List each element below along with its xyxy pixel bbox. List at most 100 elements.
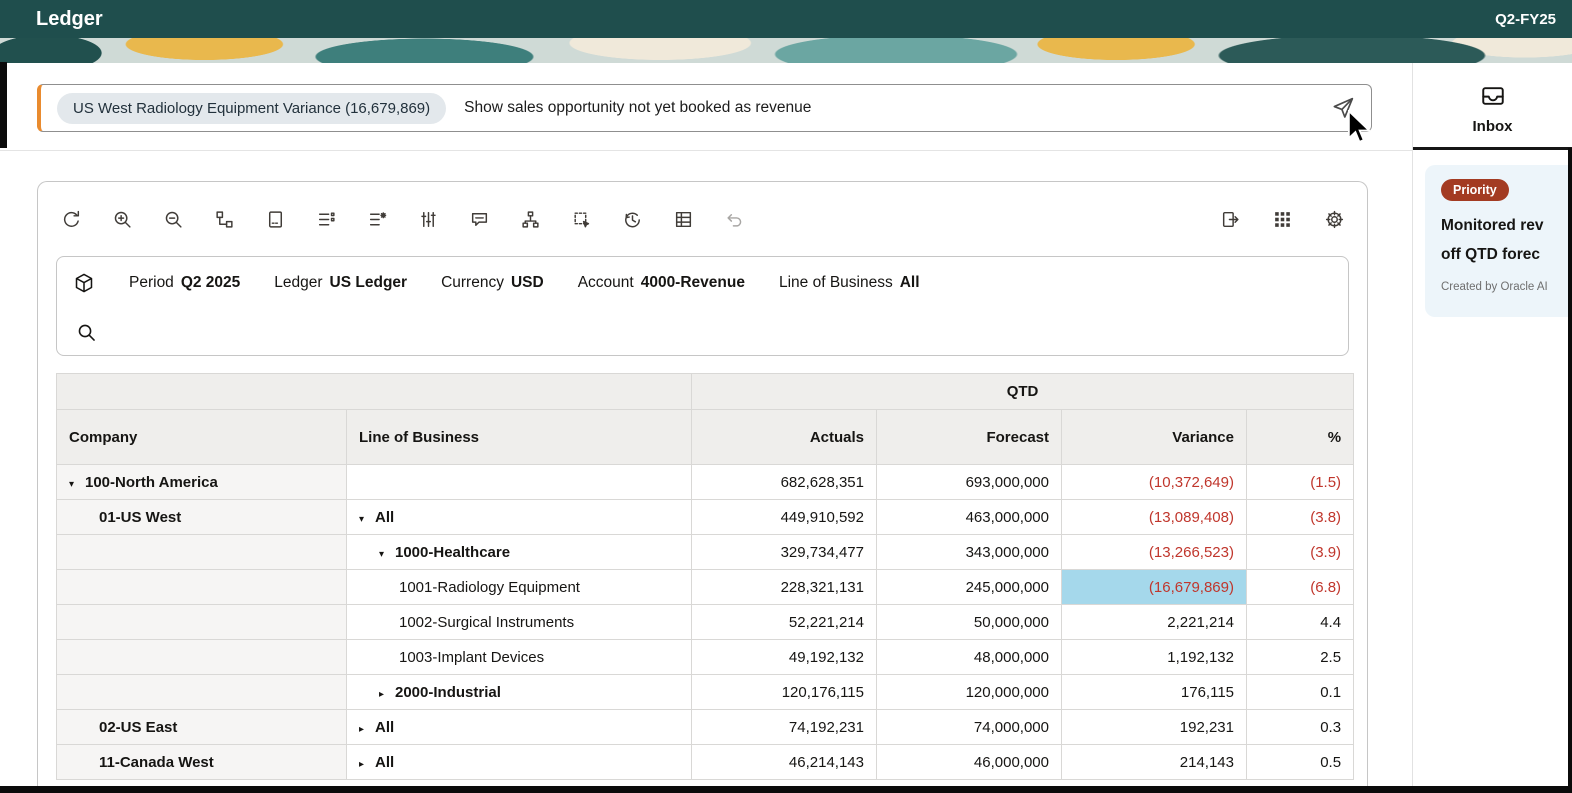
expand-icon[interactable]: ▸	[359, 759, 375, 770]
ai-prompt-input[interactable]: US West Radiology Equipment Variance (16…	[37, 84, 1372, 132]
collapse-icon[interactable]: ▾	[69, 479, 85, 490]
actuals-cell[interactable]: 52,221,214	[692, 605, 877, 640]
lob-cell[interactable]: 1003-Implant Devices	[347, 640, 692, 675]
forecast-cell[interactable]: 48,000,000	[877, 640, 1062, 675]
lob-cell[interactable]: ▾1000-Healthcare	[347, 535, 692, 570]
forecast-cell[interactable]: 120,000,000	[877, 675, 1062, 710]
refresh-icon[interactable]	[60, 208, 82, 230]
app-grid-icon[interactable]	[1271, 208, 1293, 230]
forecast-cell[interactable]: 693,000,000	[877, 465, 1062, 500]
col-header-variance[interactable]: Variance	[1062, 410, 1247, 465]
col-header-line-of-business[interactable]: Line of Business	[347, 410, 692, 465]
percent-cell[interactable]: (1.5)	[1247, 465, 1354, 500]
company-cell[interactable]	[57, 675, 347, 710]
actuals-cell[interactable]: 120,176,115	[692, 675, 877, 710]
insert-rows-icon[interactable]	[315, 208, 337, 230]
variance-cell[interactable]: 1,192,132	[1062, 640, 1247, 675]
variance-cell[interactable]: 2,221,214	[1062, 605, 1247, 640]
variance-cell[interactable]: (10,372,649)	[1062, 465, 1247, 500]
actuals-cell[interactable]: 46,214,143	[692, 745, 877, 780]
percent-cell[interactable]: 0.1	[1247, 675, 1354, 710]
pov-label: Period	[129, 274, 174, 292]
expand-icon[interactable]: ▸	[359, 724, 375, 735]
company-cell[interactable]: 01-US West	[57, 500, 347, 535]
actuals-cell[interactable]: 74,192,231	[692, 710, 877, 745]
page-preview-icon[interactable]	[264, 208, 286, 230]
forecast-cell[interactable]: 74,000,000	[877, 710, 1062, 745]
pov-item-line-of-business[interactable]: Line of Business All	[779, 274, 920, 292]
expand-icon[interactable]: ▸	[379, 689, 395, 700]
zoom-in-icon[interactable]	[111, 208, 133, 230]
prompt-context-chip[interactable]: US West Radiology Equipment Variance (16…	[57, 93, 446, 124]
company-cell[interactable]	[57, 535, 347, 570]
col-header-actuals[interactable]: Actuals	[692, 410, 877, 465]
grid-container: QTD Company Line of Business Actuals For…	[56, 373, 1367, 780]
col-header-percent[interactable]: %	[1247, 410, 1354, 465]
variance-cell[interactable]: 214,143	[1062, 745, 1247, 780]
send-icon[interactable]	[1331, 96, 1355, 120]
toolbar-right-group	[1219, 208, 1345, 230]
adjust-columns-icon[interactable]	[417, 208, 439, 230]
row-options-icon[interactable]	[366, 208, 388, 230]
table-row: 1003-Implant Devices49,192,13248,000,000…	[57, 640, 1354, 675]
forecast-cell[interactable]: 343,000,000	[877, 535, 1062, 570]
collapse-icon[interactable]: ▾	[359, 514, 375, 525]
tab-inbox[interactable]: Inbox	[1413, 83, 1572, 135]
region-select-icon[interactable]	[570, 208, 592, 230]
forecast-cell[interactable]: 245,000,000	[877, 570, 1062, 605]
variance-cell[interactable]: 192,231	[1062, 710, 1247, 745]
percent-cell[interactable]: 0.5	[1247, 745, 1354, 780]
lob-cell[interactable]: ▸2000-Industrial	[347, 675, 692, 710]
actuals-cell[interactable]: 449,910,592	[692, 500, 877, 535]
pov-item-ledger[interactable]: Ledger US Ledger	[274, 274, 407, 292]
lob-cell[interactable]: ▾All	[347, 500, 692, 535]
collapse-icon[interactable]: ▾	[379, 549, 395, 560]
percent-cell[interactable]: (3.8)	[1247, 500, 1354, 535]
lob-cell[interactable]: 1002-Surgical Instruments	[347, 605, 692, 640]
pov-item-period[interactable]: Period Q2 2025	[129, 274, 240, 292]
grid-layout-icon[interactable]	[672, 208, 694, 230]
variance-cell[interactable]: (13,266,523)	[1062, 535, 1247, 570]
prompt-text[interactable]: Show sales opportunity not yet booked as…	[464, 99, 811, 117]
pov-item-currency[interactable]: Currency USD	[441, 274, 544, 292]
company-cell[interactable]: 11-Canada West	[57, 745, 347, 780]
pov-item-account[interactable]: Account 4000-Revenue	[578, 274, 745, 292]
percent-cell[interactable]: (6.8)	[1247, 570, 1354, 605]
search-icon[interactable]	[75, 321, 97, 343]
cube-icon	[73, 272, 95, 294]
comments-icon[interactable]	[468, 208, 490, 230]
undo-icon[interactable]	[723, 208, 745, 230]
actuals-cell[interactable]: 329,734,477	[692, 535, 877, 570]
variance-cell[interactable]: (16,679,869)	[1062, 570, 1247, 605]
actuals-cell[interactable]: 49,192,132	[692, 640, 877, 675]
settings-icon[interactable]	[1323, 208, 1345, 230]
forecast-cell[interactable]: 463,000,000	[877, 500, 1062, 535]
drill-hierarchy-icon[interactable]	[213, 208, 235, 230]
history-icon[interactable]	[621, 208, 643, 230]
percent-cell[interactable]: 0.3	[1247, 710, 1354, 745]
submit-data-icon[interactable]	[1219, 208, 1241, 230]
variance-cell[interactable]: 176,115	[1062, 675, 1247, 710]
lob-cell[interactable]	[347, 465, 692, 500]
percent-cell[interactable]: 2.5	[1247, 640, 1354, 675]
company-cell[interactable]: ▾100-North America	[57, 465, 347, 500]
company-cell[interactable]	[57, 640, 347, 675]
variance-cell[interactable]: (13,089,408)	[1062, 500, 1247, 535]
notification-card[interactable]: Priority Monitored rev off QTD forec Cre…	[1425, 165, 1572, 317]
col-header-forecast[interactable]: Forecast	[877, 410, 1062, 465]
percent-cell[interactable]: 4.4	[1247, 605, 1354, 640]
org-chart-icon[interactable]	[519, 208, 541, 230]
actuals-cell[interactable]: 228,321,131	[692, 570, 877, 605]
percent-cell[interactable]: (3.9)	[1247, 535, 1354, 570]
company-cell[interactable]	[57, 570, 347, 605]
actuals-cell[interactable]: 682,628,351	[692, 465, 877, 500]
col-header-company[interactable]: Company	[57, 410, 347, 465]
company-cell[interactable]: 02-US East	[57, 710, 347, 745]
forecast-cell[interactable]: 50,000,000	[877, 605, 1062, 640]
forecast-cell[interactable]: 46,000,000	[877, 745, 1062, 780]
lob-cell[interactable]: 1001-Radiology Equipment	[347, 570, 692, 605]
zoom-out-icon[interactable]	[162, 208, 184, 230]
lob-cell[interactable]: ▸All	[347, 710, 692, 745]
company-cell[interactable]	[57, 605, 347, 640]
lob-cell[interactable]: ▸All	[347, 745, 692, 780]
